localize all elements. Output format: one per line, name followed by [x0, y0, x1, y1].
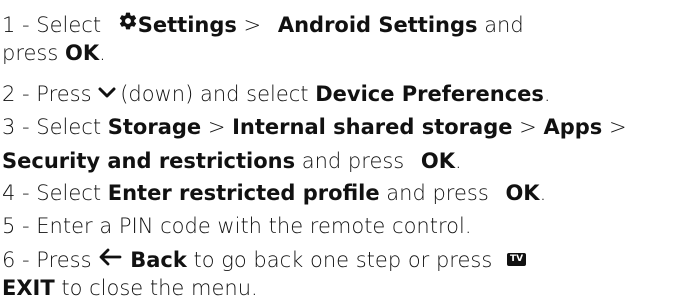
step-6-line-1: 6 - Press Back to go back one step or pr… — [2, 245, 527, 276]
step-4-and-press: and press — [379, 181, 496, 205]
step-1-line-2: press OK. — [2, 38, 106, 68]
step-6-line-2: EXIT to close the menu. — [2, 273, 258, 303]
step-3-line-2: Security and restrictions and press OK. — [2, 146, 462, 176]
storage-label: Storage — [107, 115, 202, 139]
exit-label: EXIT — [2, 276, 55, 300]
ok-label: OK — [64, 41, 100, 65]
step-1-end: . — [99, 41, 106, 65]
step-2-end: . — [543, 82, 551, 106]
ok-label: OK — [505, 181, 540, 205]
step-2-down-text: (down) and select — [120, 82, 316, 106]
internal-storage-label: Internal shared storage — [232, 115, 513, 139]
gear-icon — [118, 11, 138, 41]
tv-button-icon: TV — [506, 252, 527, 266]
step-2-line: 2 - Press (down) and select Device Prefe… — [2, 79, 551, 109]
step-1-separator: > — [236, 13, 268, 37]
step-3-and-press: and press — [295, 149, 411, 173]
step-3-sep-1: > — [201, 115, 233, 139]
step-1-and: and — [477, 13, 524, 37]
step-1-press: press — [2, 41, 65, 65]
enter-restricted-profile-label: Enter restricted profile — [107, 181, 380, 205]
step-6-end: to close the menu. — [54, 276, 258, 300]
ok-label: OK — [420, 149, 456, 173]
step-6-middle: to go back one step or press — [186, 248, 499, 272]
step-3-line-1: 3 - Select Storage > Internal shared sto… — [2, 112, 627, 142]
android-settings-label: Android Settings — [277, 13, 478, 37]
apps-label: Apps — [543, 115, 603, 139]
instruction-steps: 1 - Select Settings > Android Settings a… — [0, 0, 688, 305]
step-4-end: . — [539, 181, 547, 205]
step-3-sep-2: > — [512, 115, 544, 139]
arrow-left-icon — [98, 246, 130, 276]
step-5-line: 5 - Enter a PIN code with the remote con… — [2, 211, 472, 241]
security-restrictions-label: Security and restrictions — [2, 149, 296, 173]
chevron-down-icon — [98, 80, 120, 110]
step-5-text: 5 - Enter a PIN code with the remote con… — [2, 214, 472, 238]
step-6-prefix: 6 - Press — [2, 248, 99, 272]
step-1-line-1: 1 - Select Settings > Android Settings a… — [2, 10, 524, 40]
device-preferences-label: Device Preferences — [315, 82, 544, 106]
back-label: Back — [130, 248, 187, 272]
step-1-prefix: 1 - Select — [2, 13, 108, 37]
step-3-end: . — [455, 149, 462, 173]
step-4-prefix: 4 - Select — [2, 181, 108, 205]
settings-label: Settings — [137, 13, 237, 37]
step-3-sep-3: > — [602, 115, 627, 139]
step-4-line: 4 - Select Enter restricted profile and … — [2, 178, 546, 208]
step-3-prefix: 3 - Select — [2, 115, 108, 139]
step-2-prefix: 2 - Press — [2, 82, 99, 106]
